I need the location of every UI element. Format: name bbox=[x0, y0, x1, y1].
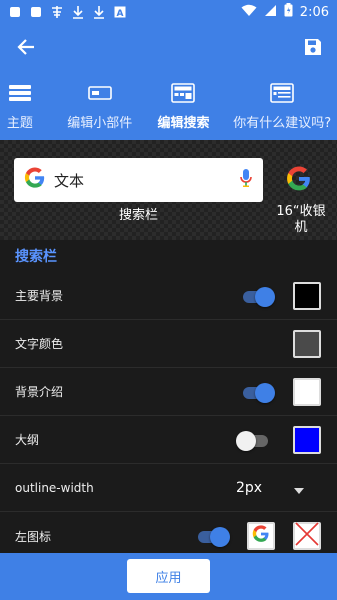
wifi-icon bbox=[241, 4, 257, 21]
no-color-icon bbox=[295, 522, 319, 550]
square-icon bbox=[8, 5, 22, 19]
feedback-icon bbox=[270, 82, 294, 104]
widget-preview: 文本 搜索栏 16“收银机 bbox=[0, 140, 337, 240]
google-icon-caption: 16“收银机 bbox=[276, 204, 326, 235]
google-icon-widget-preview[interactable] bbox=[285, 166, 313, 196]
tab-label: 编辑小部件 bbox=[67, 116, 133, 131]
search-placeholder-text: 文本 bbox=[54, 171, 85, 190]
microphone-icon bbox=[239, 168, 253, 192]
outline-switch[interactable] bbox=[236, 430, 270, 451]
tab-label: 你有什么建议吗? bbox=[233, 116, 332, 131]
setting-label: 左图标 bbox=[15, 529, 52, 544]
setting-row-main-background: 主要背景 bbox=[0, 272, 337, 320]
background-intro-switch[interactable] bbox=[243, 382, 275, 403]
clock: 2:06 bbox=[299, 4, 329, 20]
google-g-icon bbox=[24, 167, 46, 193]
tab-feedback[interactable]: 你有什么建议吗? bbox=[227, 82, 337, 140]
notification-icons: A bbox=[8, 5, 127, 19]
outline-width-value[interactable]: 2px bbox=[236, 480, 262, 496]
font-icon: A bbox=[113, 5, 127, 19]
setting-row-background-intro: 背景介绍 bbox=[0, 368, 337, 416]
main-background-color-swatch[interactable] bbox=[293, 282, 321, 310]
left-icon-color-picker[interactable] bbox=[293, 522, 321, 550]
text-color-swatch[interactable] bbox=[293, 330, 321, 358]
left-icon-picker[interactable] bbox=[247, 522, 275, 550]
tab-edit-widget[interactable]: 编辑小部件 bbox=[58, 82, 142, 140]
battery-icon bbox=[284, 3, 293, 21]
floppy-disk-icon bbox=[304, 38, 322, 60]
search-layout-icon bbox=[171, 82, 196, 104]
setting-label: outline-width bbox=[15, 480, 94, 495]
tab-theme[interactable]: 主题 bbox=[0, 82, 40, 140]
search-bar-caption: 搜索栏 bbox=[118, 208, 158, 223]
google-g-icon bbox=[286, 166, 312, 196]
outline-color-swatch[interactable] bbox=[293, 426, 321, 454]
switch-thumb bbox=[236, 431, 256, 451]
tab-label: 主题 bbox=[6, 116, 33, 131]
status-bar: A 2:06 bbox=[0, 0, 337, 24]
left-icon-switch[interactable] bbox=[198, 526, 230, 547]
search-bar-preview[interactable]: 文本 bbox=[14, 158, 263, 202]
main-background-switch[interactable] bbox=[243, 286, 275, 307]
section-title: 搜索栏 bbox=[15, 249, 57, 265]
switch-thumb bbox=[255, 287, 275, 307]
download-icon bbox=[71, 5, 85, 19]
save-button[interactable] bbox=[301, 37, 325, 61]
setting-label: 主要背景 bbox=[15, 289, 64, 303]
download-icon bbox=[92, 5, 106, 19]
background-intro-color-swatch[interactable] bbox=[293, 378, 321, 406]
setting-row-outline: 大纲 bbox=[0, 416, 337, 464]
setting-label: 背景介绍 bbox=[15, 385, 64, 399]
square-icon bbox=[29, 5, 43, 19]
switch-thumb bbox=[210, 527, 230, 547]
outline-width-dropdown[interactable] bbox=[293, 482, 305, 494]
setting-row-outline-width: outline-width 2px bbox=[0, 464, 337, 512]
switch-thumb bbox=[255, 383, 275, 403]
svg-text:A: A bbox=[117, 9, 124, 18]
setting-row-text-color: 文字颜色 bbox=[0, 320, 337, 368]
apply-button[interactable]: 应用 bbox=[127, 559, 210, 593]
tab-edit-search[interactable]: 编辑搜索 bbox=[152, 82, 216, 140]
arrow-left-icon bbox=[17, 38, 35, 60]
widget-icon bbox=[87, 82, 112, 104]
app-header: 主题 编辑小部件 编辑搜索 你有什么建议吗? bbox=[0, 24, 337, 140]
back-button[interactable] bbox=[14, 37, 38, 61]
google-g-icon bbox=[252, 525, 270, 547]
app-icon bbox=[50, 5, 64, 19]
system-status: 2:06 bbox=[241, 3, 329, 21]
bottom-bar: 应用 bbox=[0, 553, 337, 600]
signal-icon bbox=[264, 4, 277, 21]
caret-down-icon bbox=[294, 479, 304, 498]
tab-bar: 主题 编辑小部件 编辑搜索 你有什么建议吗? bbox=[0, 82, 337, 140]
setting-label: 文字颜色 bbox=[15, 337, 64, 351]
setting-label: 大纲 bbox=[15, 433, 40, 447]
layers-icon bbox=[8, 82, 32, 104]
tab-label: 编辑搜索 bbox=[157, 116, 210, 131]
